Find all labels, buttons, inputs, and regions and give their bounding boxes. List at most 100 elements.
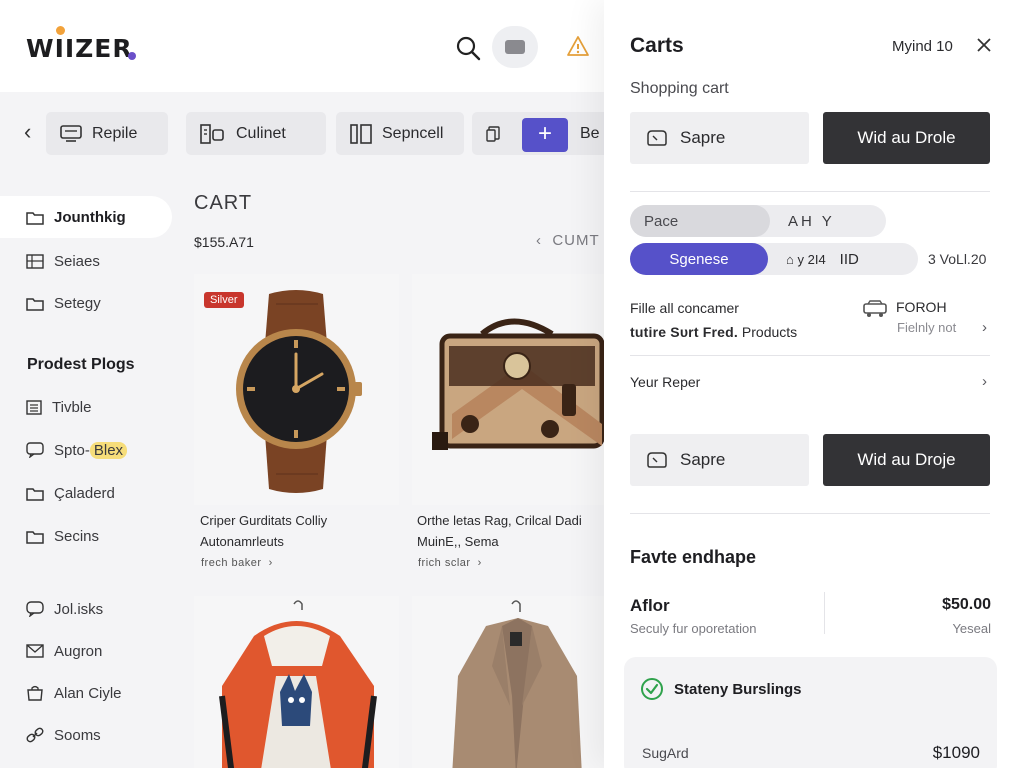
grid-icon — [26, 253, 44, 269]
product-name-line: Autonamrleuts — [200, 534, 284, 549]
info-line: tutire Sυrt Fred. Products — [630, 320, 797, 344]
status-row: Stateny Burslings — [640, 677, 802, 701]
product-link-label: frech baker — [201, 557, 262, 569]
subtotal-value: $1090 — [932, 743, 980, 762]
folder-icon — [26, 297, 44, 311]
product-name[interactable]: Criper Gurditats Colliy Autonamrleuts — [200, 510, 327, 552]
folder-icon — [26, 530, 44, 544]
segment-option[interactable]: ΙΙD — [826, 251, 859, 268]
copy-icon — [486, 125, 500, 142]
cart-total: $155.A71 — [194, 234, 254, 250]
sidebar-section-title: Prodest Plogs — [27, 356, 135, 373]
status-label: Stateny Burslings — [674, 680, 802, 698]
chat-icon — [26, 601, 44, 617]
tag-icon: ⌂ — [786, 251, 794, 267]
drawer-user[interactable]: Myind 10 — [892, 38, 953, 55]
pace-option[interactable]: Pace — [630, 205, 770, 237]
sidebar-item-tivble[interactable]: Tivble — [0, 386, 172, 428]
link-icon — [26, 727, 44, 743]
sidebar-item-secins[interactable]: Secins — [0, 515, 172, 557]
info-line: Fille all concamer — [630, 300, 739, 316]
sidebar-item-jolisks[interactable]: Jol.isks — [0, 588, 172, 630]
primary-button[interactable]: Wid au Droje — [823, 434, 990, 486]
segment-count: 3 VoLl.20 — [928, 251, 987, 267]
sidebar-item-label: Setegy — [54, 294, 101, 312]
sidebar-item-sooms[interactable]: Sooms — [0, 714, 172, 756]
sidebar-item-label: Sooms — [54, 726, 101, 744]
sidebar-item-augron[interactable]: Augron — [0, 630, 172, 672]
pace-segment[interactable]: Pace AH Y — [630, 205, 886, 237]
sidebar-item-label: Augron — [54, 642, 103, 660]
delivery-subtitle[interactable]: Fielnly not — [897, 320, 956, 335]
sidebar-item-jounthkig[interactable]: Jounthkig — [0, 196, 172, 238]
fulfillment-info: Fille all concamer tutire Sυrt Fred. Pro… — [630, 296, 797, 344]
product-name-line: Orthe letas Rag, Crilcal Dadi — [417, 513, 582, 528]
divider — [630, 513, 990, 514]
sidebar-item-label: Jol.isks — [54, 600, 104, 618]
chat-icon — [26, 442, 44, 458]
add-button[interactable]: + — [522, 118, 568, 152]
pace-options[interactable]: AH Y — [770, 213, 835, 230]
segment-active[interactable]: Sgenese — [630, 243, 768, 275]
info-strong: tutire Sυrt Fred. — [630, 324, 739, 340]
section-title: Favte endhape — [630, 547, 757, 567]
cart-drawer: Carts Myind 10 Shopping cart Sapre Wid a… — [604, 0, 1024, 768]
tag-icon — [647, 452, 667, 468]
mail-icon — [26, 644, 44, 658]
chip-sepncell[interactable]: Sepncell — [336, 112, 464, 155]
save-button-label: Sapre — [680, 450, 726, 469]
product-card-bag[interactable] — [412, 274, 604, 505]
chevron-right-icon[interactable]: › — [982, 319, 987, 336]
folder-icon — [26, 487, 44, 501]
chip-label: Culinet — [236, 124, 286, 142]
segment-option[interactable]: ⌂ y 2Ι4 — [768, 252, 826, 267]
chip-culinet[interactable]: Culinet — [186, 112, 326, 155]
plan-price: $50.00 — [942, 596, 991, 613]
product-name[interactable]: Orthe letas Rag, Crilcal Dadi MuinE,, Se… — [417, 510, 582, 552]
summary-panel: Stateny Burslings SugArd $1090 — [624, 657, 997, 768]
primary-button[interactable]: Wid au Drole — [823, 112, 990, 164]
sidebar-item-label: Seiaes — [54, 252, 100, 270]
category-chip-row: ‹ Repile Culinet Sepncell Be + — [0, 106, 604, 162]
chip-repile[interactable]: Repile — [46, 112, 168, 155]
product-link[interactable]: frech baker › — [201, 557, 273, 569]
divider — [630, 355, 990, 356]
highlight-text: Blex — [89, 441, 128, 459]
back-arrow-icon[interactable]: ‹ — [24, 121, 40, 143]
search-icon[interactable] — [455, 35, 481, 61]
save-button[interactable]: Sapre — [630, 434, 809, 486]
product-card-hoodie[interactable] — [194, 596, 399, 768]
chevron-right-icon[interactable]: › — [982, 373, 987, 390]
sidebar-item-seiaes[interactable]: Seiaes — [0, 240, 172, 282]
sidebar-item-caladerd[interactable]: Çaladerd — [0, 472, 172, 514]
your-report-link[interactable]: Yeur Reper — [630, 374, 700, 390]
sidebar-item-spto-blex[interactable]: Spto- Blex — [0, 429, 172, 471]
sidebar-item-label: Jounthkig — [54, 208, 126, 226]
segment-control[interactable]: Sgenese ⌂ y 2Ι4 ΙΙD — [630, 243, 918, 275]
profile-chip[interactable] — [492, 26, 538, 68]
check-circle-icon — [641, 678, 663, 700]
sidebar-item-alan-ciyle[interactable]: Alan Ciyle — [0, 672, 172, 714]
sidebar-item-setegy[interactable]: Setegy — [0, 282, 172, 324]
divider — [824, 592, 825, 634]
pager-label: CUMT — [552, 232, 600, 249]
hoodie-image — [194, 596, 399, 768]
chip-label: Repile — [92, 124, 138, 142]
save-button[interactable]: Sapre — [630, 112, 809, 164]
tag-icon — [647, 130, 667, 146]
product-card-coat[interactable] — [412, 596, 604, 768]
sidebar-item-label: Tivble — [52, 398, 92, 416]
plan-period: Yeseal — [952, 621, 991, 636]
logo[interactable]: WIIZER — [26, 34, 133, 63]
pager[interactable]: ‹ CUMT — [536, 232, 600, 249]
delivery-title: FOROH — [896, 299, 947, 315]
product-link[interactable]: frich sclar › — [418, 557, 482, 569]
segment-option-label: y 2Ι4 — [797, 251, 826, 267]
alert-icon[interactable] — [566, 34, 590, 58]
product-card-watch[interactable]: Silver — [194, 274, 399, 505]
plan-description: Seculy fur oporetation — [630, 621, 757, 636]
sidebar-item-label: Alan Ciyle — [54, 684, 122, 702]
save-button-label: Sapre — [680, 128, 726, 147]
chip-label: Sepncell — [382, 124, 444, 142]
close-icon[interactable] — [975, 36, 993, 54]
